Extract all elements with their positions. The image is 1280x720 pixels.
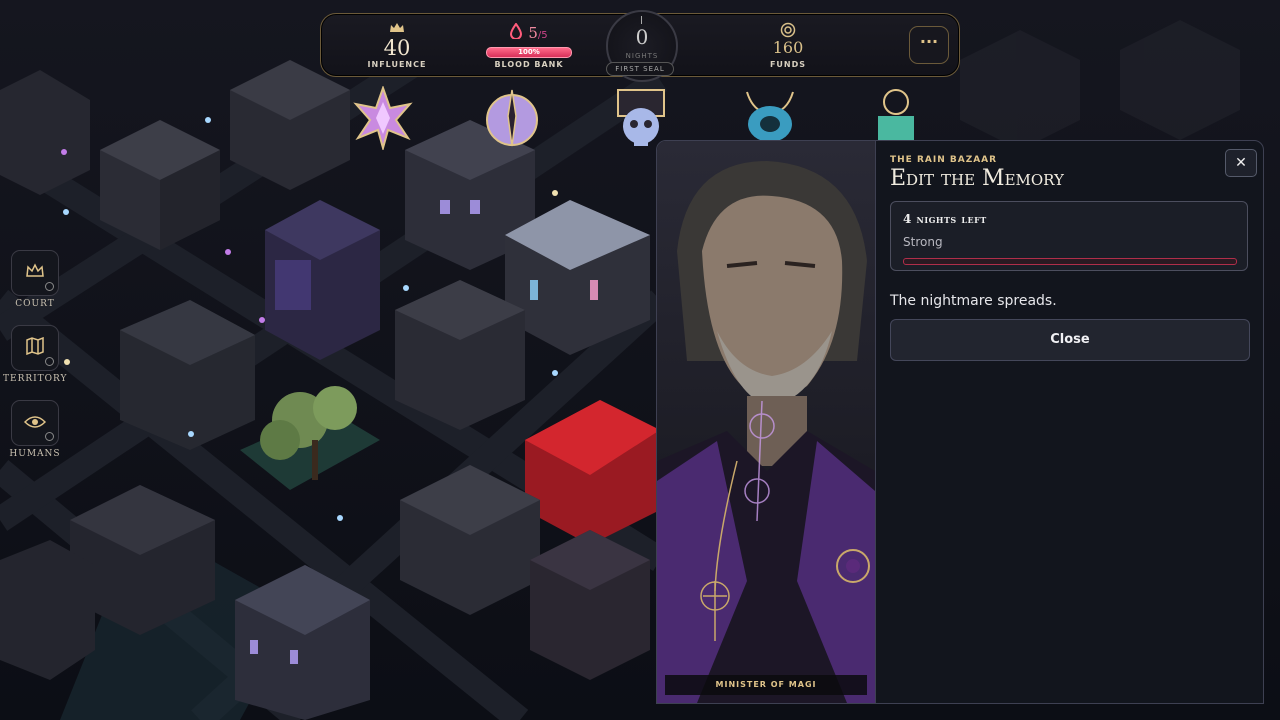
funds-stat[interactable]: 160 FUNDS <box>753 22 823 69</box>
blood-bank-label: BLOOD BANK <box>494 60 564 69</box>
portrait-caption: MINISTER OF MAGI <box>665 675 867 695</box>
building[interactable] <box>530 530 650 680</box>
influence-label: INFLUENCE <box>367 60 427 69</box>
event-dialog: MINISTER OF MAGI ✕ THE RAIN BAZAAR Edit … <box>656 140 1264 704</box>
building[interactable] <box>265 200 380 360</box>
crown-icon <box>357 22 437 36</box>
nav-humans-label: HUMANS <box>9 449 61 459</box>
building[interactable] <box>395 280 525 430</box>
nights-value: 0 <box>635 25 649 49</box>
nav-territory-label: TERRITORY <box>3 374 68 384</box>
more-menu-button[interactable]: ··· <box>909 26 949 64</box>
nav-humans[interactable]: HUMANS <box>9 400 60 459</box>
blood-progress-bar: 100% <box>486 47 572 58</box>
blood-drop-icon <box>510 22 523 43</box>
nav-court[interactable]: COURT <box>11 250 59 309</box>
character-portrait: MINISTER OF MAGI <box>657 141 876 703</box>
coin-icon <box>753 22 823 38</box>
blood-value: 5 <box>528 24 538 42</box>
influence-stat[interactable]: 40 INFLUENCE <box>357 22 437 69</box>
location-label: THE RAIN BAZAAR <box>890 155 998 165</box>
strength-label: Strong <box>903 235 943 249</box>
influence-value: 40 <box>383 36 411 60</box>
blood-bank-stat[interactable]: 5/5 100% BLOOD BANK <box>479 22 579 69</box>
resource-bar: 40 INFLUENCE 5/5 100% BLOOD BANK 0 NIGHT… <box>320 10 960 82</box>
status-card: 4 nights left Strong <box>890 201 1248 271</box>
star-crest-emblem[interactable] <box>352 84 414 152</box>
nights-label: NIGHTS <box>625 52 659 60</box>
seal-badge: FIRST SEAL <box>606 62 674 76</box>
strength-progress-bar <box>903 258 1237 265</box>
nights-left-label: 4 nights left <box>903 212 987 226</box>
funds-value: 160 <box>772 38 804 57</box>
map-icon <box>25 336 45 359</box>
nav-court-label: COURT <box>15 299 55 309</box>
dialog-title: Edit the Memory <box>890 166 1064 191</box>
close-button[interactable]: Close <box>890 319 1250 361</box>
nav-territory[interactable]: TERRITORY <box>3 325 67 384</box>
moon-dagger-emblem[interactable] <box>481 86 543 150</box>
crown-icon <box>25 263 45 283</box>
eye-icon <box>23 414 47 433</box>
blood-max: /5 <box>537 30 548 41</box>
funds-label: FUNDS <box>769 60 807 69</box>
dialog-description: The nightmare spreads. <box>890 293 1057 309</box>
